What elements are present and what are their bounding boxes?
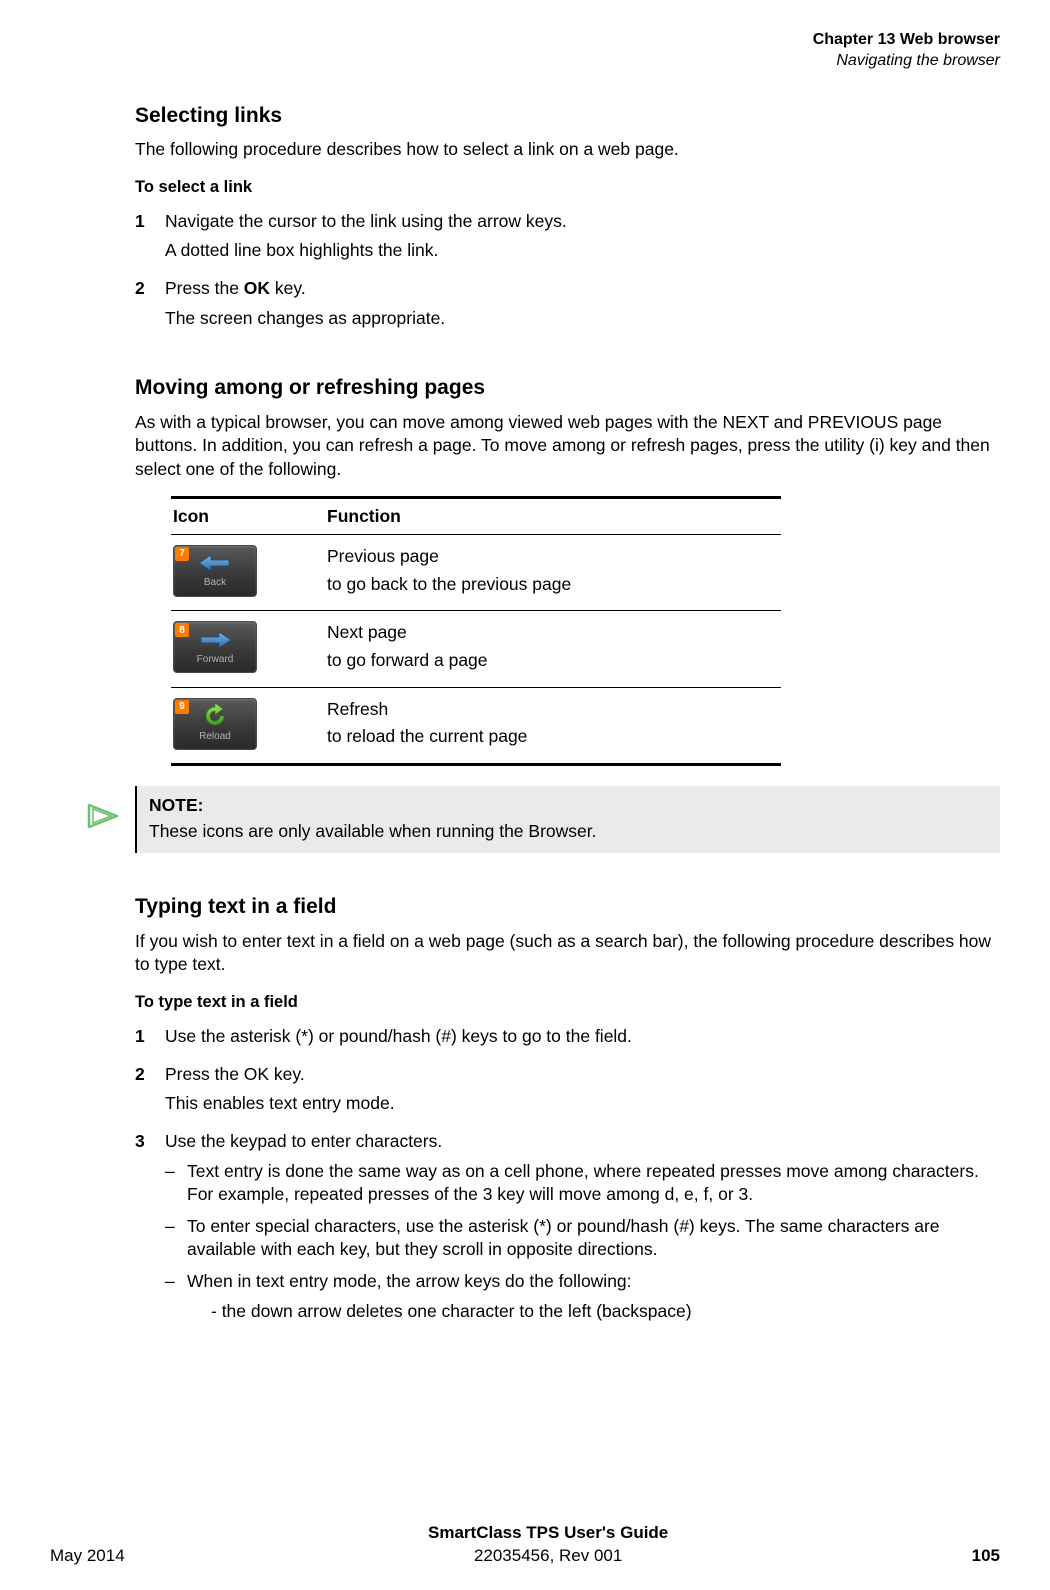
footer-date: May 2014 <box>50 1545 125 1568</box>
key-badge: 7 <box>175 547 189 561</box>
step-text: The screen changes as appropriate. <box>165 307 1000 331</box>
footer-docid: 22035456, Rev 001 <box>125 1545 972 1568</box>
subheading-to-select-link: To select a link <box>135 176 1000 198</box>
sub-list-item: - the down arrow deletes one character t… <box>211 1300 1000 1324</box>
chapter-label: Chapter 13 Web browser <box>50 30 1000 51</box>
function-desc: to reload the current page <box>327 725 779 749</box>
key-badge: 9 <box>175 700 189 714</box>
arrow-left-icon <box>197 552 233 574</box>
table-row: 8 Forward Next page to go forward a page <box>171 611 781 687</box>
table-header-icon: Icon <box>173 505 323 529</box>
function-desc: to go back to the previous page <box>327 573 779 597</box>
page-number: 105 <box>972 1545 1000 1568</box>
note-title: NOTE: <box>149 794 988 818</box>
intro-text: As with a typical browser, you can move … <box>135 411 1000 482</box>
forward-button-icon: 8 Forward <box>173 621 257 673</box>
button-label: Forward <box>197 653 234 667</box>
step-2: 2 Press the OK key. The screen changes a… <box>135 277 1000 336</box>
function-desc: to go forward a page <box>327 649 779 673</box>
step-text: Navigate the cursor to the link using th… <box>165 210 1000 234</box>
list-item: –To enter special characters, use the as… <box>165 1215 1000 1262</box>
step-text: Press the OK key. <box>165 1063 1000 1087</box>
step-number: 1 <box>135 1025 165 1055</box>
note-body: These icons are only available when runn… <box>149 820 988 844</box>
section-label: Navigating the browser <box>50 51 1000 72</box>
table-header-function: Function <box>323 505 779 529</box>
subheading-type-text: To type text in a field <box>135 991 1000 1013</box>
step-text: This enables text entry mode. <box>165 1092 1000 1116</box>
intro-text: If you wish to enter text in a field on … <box>135 930 1000 977</box>
reload-icon <box>202 704 228 728</box>
function-name: Next page <box>327 621 779 645</box>
page-header: Chapter 13 Web browser Navigating the br… <box>50 30 1000 72</box>
list-item: – When in text entry mode, the arrow key… <box>165 1270 1000 1327</box>
intro-text: The following procedure describes how to… <box>135 138 1000 162</box>
heading-typing-text: Typing text in a field <box>135 893 1000 921</box>
heading-selecting-links: Selecting links <box>135 102 1000 130</box>
step-text: Press the OK key. <box>165 277 1000 301</box>
reload-button-icon: 9 Reload <box>173 698 257 750</box>
list-item: –Text entry is done the same way as on a… <box>165 1160 1000 1207</box>
note-icon <box>87 801 123 838</box>
table-row: 7 Back Previous page to go back to the p… <box>171 535 781 611</box>
function-name: Previous page <box>327 545 779 569</box>
function-name: Refresh <box>327 698 779 722</box>
heading-moving-pages: Moving among or refreshing pages <box>135 374 1000 402</box>
step-number: 1 <box>135 210 165 269</box>
back-button-icon: 7 Back <box>173 545 257 597</box>
step-number: 3 <box>135 1130 165 1337</box>
step-text: Use the asterisk (*) or pound/hash (#) k… <box>165 1025 1000 1049</box>
step-number: 2 <box>135 277 165 336</box>
button-label: Reload <box>199 730 231 744</box>
key-badge: 8 <box>175 623 189 637</box>
step-text: Use the keypad to enter characters. <box>165 1130 1000 1154</box>
step-text: A dotted line box highlights the link. <box>165 239 1000 263</box>
note-callout: NOTE: These icons are only available whe… <box>87 786 1000 853</box>
step-1: 1 Use the asterisk (*) or pound/hash (#)… <box>135 1025 1000 1055</box>
step-2: 2 Press the OK key. This enables text en… <box>135 1063 1000 1122</box>
step-3: 3 Use the keypad to enter characters. –T… <box>135 1130 1000 1337</box>
table-row: 9 Reload Refresh to reload the current p… <box>171 688 781 766</box>
icon-function-table: Icon Function 7 Back Previous page <box>171 496 781 766</box>
step-number: 2 <box>135 1063 165 1122</box>
page-footer: May 2014 SmartClass TPS User's Guide 220… <box>50 1522 1000 1568</box>
footer-title: SmartClass TPS User's Guide <box>125 1522 972 1545</box>
arrow-right-icon <box>197 629 233 651</box>
button-label: Back <box>204 576 226 590</box>
step-1: 1 Navigate the cursor to the link using … <box>135 210 1000 269</box>
